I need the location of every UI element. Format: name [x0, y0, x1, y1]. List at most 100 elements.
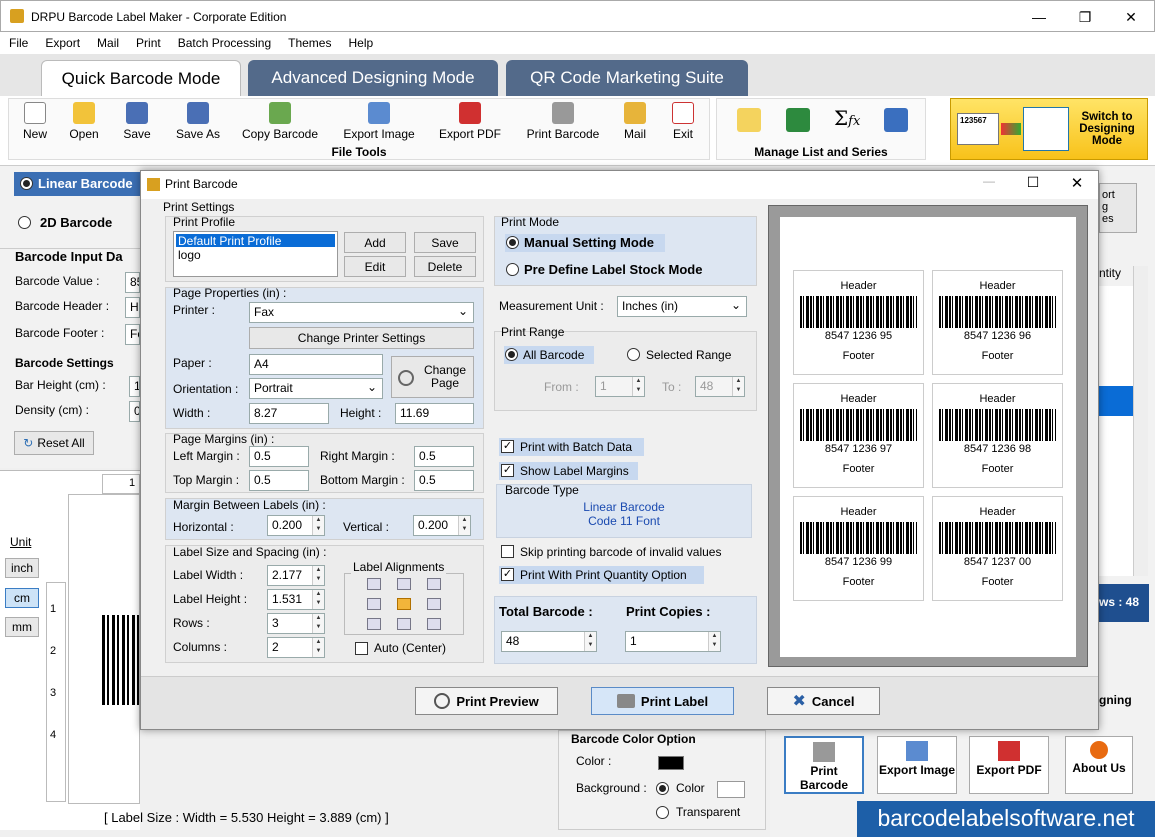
bg-color-option[interactable]: Color	[656, 781, 716, 795]
align-top-right-icon[interactable]	[427, 578, 441, 590]
change-page-button[interactable]: Change Page	[391, 356, 474, 398]
align-middle-center-icon[interactable]	[397, 598, 411, 610]
change-printer-button[interactable]: Change Printer Settings	[249, 327, 474, 349]
align-middle-right-icon[interactable]	[427, 598, 441, 610]
copy-barcode-button[interactable]: Copy Barcode	[238, 102, 322, 141]
show-margins-checkbox[interactable]: ✓ Show Label Margins	[499, 462, 638, 480]
align-top-left-icon[interactable]	[367, 578, 381, 590]
reset-all-button[interactable]: ↻ Reset All	[14, 431, 94, 455]
switch-designing-mode-button[interactable]: 123567 Switch to Designing Mode	[950, 98, 1148, 160]
align-bottom-right-icon[interactable]	[427, 618, 441, 630]
save-profile-button[interactable]: Save	[414, 232, 476, 253]
print-preview-button[interactable]: Print Preview	[415, 687, 558, 715]
add-profile-button[interactable]: Add	[344, 232, 406, 253]
total-barcode-spinner[interactable]: 48 ▲ ▼	[501, 631, 597, 652]
bg-color-swatch[interactable]	[717, 781, 745, 798]
mail-button[interactable]: Mail	[620, 102, 650, 141]
printer-select[interactable]: Fax ⌄	[249, 302, 474, 323]
spinner-arrows-icon[interactable]: ▲ ▼	[584, 632, 596, 651]
menu-export[interactable]: Export	[36, 32, 88, 50]
right-margin-field[interactable]: 0.5	[414, 446, 474, 467]
maximize-button[interactable]: ❐	[1062, 1, 1108, 33]
bottom-export-image-button[interactable]: Export Image	[877, 736, 957, 794]
menu-mail[interactable]: Mail	[88, 32, 127, 50]
spinner-arrows-icon[interactable]: ▲ ▼	[312, 614, 324, 633]
color-swatch[interactable]	[658, 756, 684, 770]
left-margin-field[interactable]: 0.5	[249, 446, 309, 467]
cancel-button[interactable]: ✖ Cancel	[767, 687, 880, 715]
spinner-arrows-icon[interactable]: ▲ ▼	[458, 516, 470, 535]
bottom-print-barcode-button[interactable]: Print Barcode	[784, 736, 864, 794]
bar-height-field[interactable]: 1	[129, 376, 140, 397]
dialog-minimize-button[interactable]: —	[979, 174, 999, 194]
exit-button[interactable]: Exit	[669, 102, 697, 141]
spinner-arrows-icon[interactable]: ▲ ▼	[312, 638, 324, 657]
spinner-arrows-icon[interactable]: ▲ ▼	[708, 632, 720, 651]
profile-item-logo[interactable]: logo	[174, 249, 337, 261]
unit-inch-button[interactable]: inch	[5, 558, 39, 578]
export-image-button[interactable]: Export Image	[338, 102, 420, 141]
all-barcode-option[interactable]: All Barcode	[504, 346, 594, 364]
about-us-button[interactable]: About Us	[1065, 736, 1133, 794]
formula-icon[interactable]: Σfx	[834, 106, 862, 132]
align-top-center-icon[interactable]	[397, 578, 411, 590]
save-as-button[interactable]: Save As	[172, 102, 224, 141]
barcode-header-field[interactable]: He	[125, 297, 140, 318]
columns-spinner[interactable]: 2 ▲ ▼	[267, 637, 325, 658]
selected-range-option[interactable]: Selected Range	[627, 346, 747, 364]
spinner-arrows-icon[interactable]: ▲ ▼	[312, 590, 324, 609]
edit-profile-button[interactable]: Edit	[344, 256, 406, 277]
menu-batch[interactable]: Batch Processing	[169, 32, 279, 50]
tab-advanced-designing[interactable]: Advanced Designing Mode	[248, 60, 498, 96]
tab-qr-marketing[interactable]: QR Code Marketing Suite	[506, 60, 748, 96]
series-icon[interactable]	[884, 108, 908, 132]
tab-quick-barcode[interactable]: Quick Barcode Mode	[41, 60, 241, 96]
spinner-arrows-icon[interactable]: ▲ ▼	[732, 377, 744, 396]
open-button[interactable]: Open	[66, 102, 102, 141]
menu-help[interactable]: Help	[339, 32, 381, 50]
spinner-arrows-icon[interactable]: ▲ ▼	[312, 516, 324, 535]
label-width-spinner[interactable]: 2.177 ▲ ▼	[267, 565, 325, 586]
minimize-button[interactable]: —	[1016, 1, 1062, 33]
new-button[interactable]: New	[20, 102, 50, 141]
skip-invalid-checkbox[interactable]: Skip printing barcode of invalid values	[499, 543, 749, 561]
barcode-value-field[interactable]: 85	[125, 272, 140, 293]
manual-mode-option[interactable]: Manual Setting Mode	[505, 234, 665, 252]
dialog-close-button[interactable]: ✕	[1067, 174, 1087, 194]
align-middle-left-icon[interactable]	[367, 598, 381, 610]
align-bottom-center-icon[interactable]	[397, 618, 411, 630]
right-list-selected[interactable]	[1099, 386, 1133, 416]
edit-list-icon[interactable]	[737, 108, 761, 132]
menu-themes[interactable]: Themes	[279, 32, 339, 50]
width-field[interactable]: 8.27	[249, 403, 329, 424]
right-panel-button[interactable]: ort g es	[1099, 183, 1137, 233]
horizontal-spinner[interactable]: 0.200 ▲ ▼	[267, 515, 325, 536]
print-label-button[interactable]: Print Label	[591, 687, 734, 715]
2d-barcode-option[interactable]: 2D Barcode	[18, 215, 140, 230]
profile-list[interactable]: Default Print Profile logo	[173, 231, 338, 277]
top-margin-field[interactable]: 0.5	[249, 470, 309, 491]
unit-cm-button[interactable]: cm	[5, 588, 39, 608]
vertical-spinner[interactable]: 0.200 ▲ ▼	[413, 515, 471, 536]
menu-file[interactable]: File	[0, 32, 36, 50]
from-spinner[interactable]: 1 ▲ ▼	[595, 376, 645, 397]
align-bottom-left-icon[interactable]	[367, 618, 381, 630]
print-barcode-button[interactable]: Print Barcode	[522, 102, 604, 141]
linear-barcode-option[interactable]: Linear Barcode	[14, 172, 140, 196]
bottom-export-pdf-button[interactable]: Export PDF	[969, 736, 1049, 794]
save-button[interactable]: Save	[120, 102, 154, 141]
barcode-footer-field[interactable]: Fo	[125, 324, 140, 345]
profile-item-default[interactable]: Default Print Profile	[176, 234, 335, 247]
close-button[interactable]: ✕	[1108, 1, 1154, 33]
auto-center-checkbox[interactable]: Auto (Center)	[355, 641, 465, 657]
unit-mm-button[interactable]: mm	[5, 617, 39, 637]
designing-button-partial[interactable]: gning	[1099, 688, 1145, 714]
batch-data-checkbox[interactable]: ✓ Print with Batch Data	[499, 438, 644, 456]
excel-icon[interactable]	[786, 108, 810, 132]
density-field[interactable]: 0	[129, 401, 140, 422]
paper-field[interactable]: A4	[249, 354, 383, 375]
rows-spinner[interactable]: 3 ▲ ▼	[267, 613, 325, 634]
bg-transparent-option[interactable]: Transparent	[656, 805, 756, 819]
orientation-select[interactable]: Portrait ⌄	[249, 378, 383, 399]
to-spinner[interactable]: 48 ▲ ▼	[695, 376, 745, 397]
